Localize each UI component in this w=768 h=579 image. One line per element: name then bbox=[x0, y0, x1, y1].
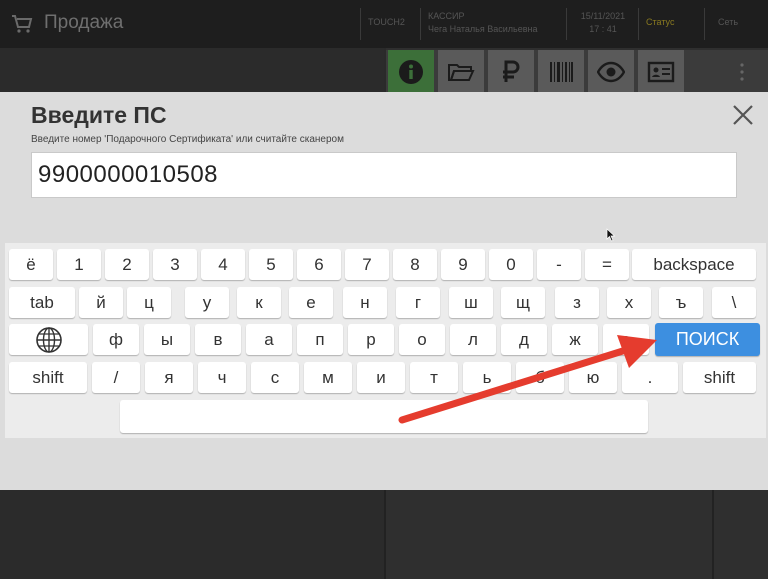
open-button[interactable] bbox=[438, 50, 484, 94]
key[interactable]: ч bbox=[198, 362, 246, 393]
key[interactable]: / bbox=[92, 362, 140, 393]
backspace-key[interactable]: backspace bbox=[632, 249, 756, 280]
key[interactable]: 6 bbox=[297, 249, 341, 280]
key[interactable]: 0 bbox=[489, 249, 533, 280]
key[interactable]: е bbox=[289, 287, 333, 318]
search-key[interactable]: ПОИСК bbox=[655, 323, 760, 356]
key[interactable]: р bbox=[348, 324, 394, 355]
eye-icon bbox=[597, 61, 625, 83]
language-key[interactable] bbox=[9, 324, 88, 355]
key[interactable]: ю bbox=[569, 362, 617, 393]
key[interactable]: . bbox=[622, 362, 678, 393]
key[interactable]: ш bbox=[449, 287, 493, 318]
terminal-name: TOUCH2 bbox=[368, 17, 405, 27]
info-icon bbox=[399, 60, 423, 84]
key[interactable]: ы bbox=[144, 324, 190, 355]
key[interactable]: о bbox=[399, 324, 445, 355]
cart-icon bbox=[12, 15, 33, 33]
info-button[interactable] bbox=[388, 50, 434, 94]
key[interactable]: м bbox=[304, 362, 352, 393]
key[interactable]: т bbox=[410, 362, 458, 393]
key[interactable]: с bbox=[251, 362, 299, 393]
divider bbox=[384, 490, 386, 579]
barcode-icon bbox=[550, 62, 573, 82]
page-title: Продажа bbox=[44, 12, 124, 33]
date: 15/11/2021 bbox=[580, 11, 626, 21]
key[interactable]: ь bbox=[463, 362, 511, 393]
key[interactable]: к bbox=[237, 287, 281, 318]
ruble-icon bbox=[503, 60, 520, 82]
more-icon bbox=[740, 63, 744, 81]
cashier-label: КАССИР bbox=[428, 11, 465, 21]
key[interactable]: щ bbox=[501, 287, 545, 318]
key[interactable]: э bbox=[603, 324, 649, 355]
key[interactable]: б bbox=[516, 362, 564, 393]
key[interactable]: 1 bbox=[57, 249, 101, 280]
key[interactable]: я bbox=[145, 362, 193, 393]
more-button[interactable] bbox=[722, 50, 762, 94]
mouse-cursor-icon bbox=[606, 228, 616, 242]
virtual-keyboard: ё 1 2 3 4 5 6 7 8 9 0 - = backspace tab … bbox=[5, 243, 766, 438]
toolbar bbox=[386, 50, 768, 94]
key[interactable]: 8 bbox=[393, 249, 437, 280]
dialog-title: Введите ПС bbox=[31, 102, 167, 128]
network-button[interactable]: Сеть bbox=[718, 17, 738, 27]
barcode-button[interactable] bbox=[538, 50, 584, 94]
key[interactable]: 2 bbox=[105, 249, 149, 280]
key[interactable]: л bbox=[450, 324, 496, 355]
divider bbox=[638, 8, 639, 40]
key[interactable]: 7 bbox=[345, 249, 389, 280]
key[interactable]: п bbox=[297, 324, 343, 355]
key[interactable]: з bbox=[555, 287, 599, 318]
tab-key[interactable]: tab bbox=[9, 287, 75, 318]
customer-card-button[interactable] bbox=[638, 50, 684, 94]
id-card-icon bbox=[647, 61, 675, 83]
key[interactable]: й bbox=[79, 287, 123, 318]
divider bbox=[704, 8, 705, 40]
key[interactable]: д bbox=[501, 324, 547, 355]
key[interactable]: х bbox=[607, 287, 651, 318]
key[interactable]: \ bbox=[712, 287, 756, 318]
key[interactable]: - bbox=[537, 249, 581, 280]
time: 17 : 41 bbox=[589, 24, 617, 34]
cashier-info: КАССИР Чега Наталья Васильевна bbox=[428, 10, 537, 36]
key[interactable]: 5 bbox=[249, 249, 293, 280]
key[interactable]: 3 bbox=[153, 249, 197, 280]
divider bbox=[420, 8, 421, 40]
view-button[interactable] bbox=[588, 50, 634, 94]
key[interactable]: н bbox=[343, 287, 387, 318]
folder-icon bbox=[448, 64, 475, 81]
key[interactable]: ф bbox=[93, 324, 139, 355]
key[interactable]: = bbox=[585, 249, 629, 280]
key[interactable]: ц bbox=[127, 287, 171, 318]
close-icon[interactable] bbox=[728, 100, 758, 130]
dialog-subtitle: Введите номер 'Подарочного Сертификата' … bbox=[31, 134, 344, 145]
globe-icon bbox=[35, 326, 62, 353]
datetime: 15/11/2021 17 : 41 bbox=[574, 10, 632, 36]
key[interactable]: в bbox=[195, 324, 241, 355]
space-key[interactable] bbox=[120, 400, 648, 433]
key[interactable]: ж bbox=[552, 324, 598, 355]
key[interactable]: а bbox=[246, 324, 292, 355]
certificate-number-input[interactable]: 9900000010508 bbox=[31, 152, 737, 198]
key[interactable]: и bbox=[357, 362, 405, 393]
key[interactable]: 4 bbox=[201, 249, 245, 280]
key[interactable]: у bbox=[185, 287, 229, 318]
payment-button[interactable] bbox=[488, 50, 534, 94]
cashier-name: Чега Наталья Васильевна bbox=[428, 24, 538, 34]
key[interactable]: г bbox=[396, 287, 440, 318]
key[interactable]: ъ bbox=[659, 287, 703, 318]
divider bbox=[712, 490, 714, 579]
divider bbox=[566, 8, 567, 40]
key[interactable]: ё bbox=[9, 249, 53, 280]
top-bar: Продажа TOUCH2 КАССИР Чега Наталья Васил… bbox=[0, 0, 768, 48]
divider bbox=[360, 8, 361, 40]
shift-key-left[interactable]: shift bbox=[9, 362, 87, 393]
shift-key-right[interactable]: shift bbox=[683, 362, 756, 393]
key[interactable]: 9 bbox=[441, 249, 485, 280]
status-button[interactable]: Статус bbox=[646, 17, 674, 27]
